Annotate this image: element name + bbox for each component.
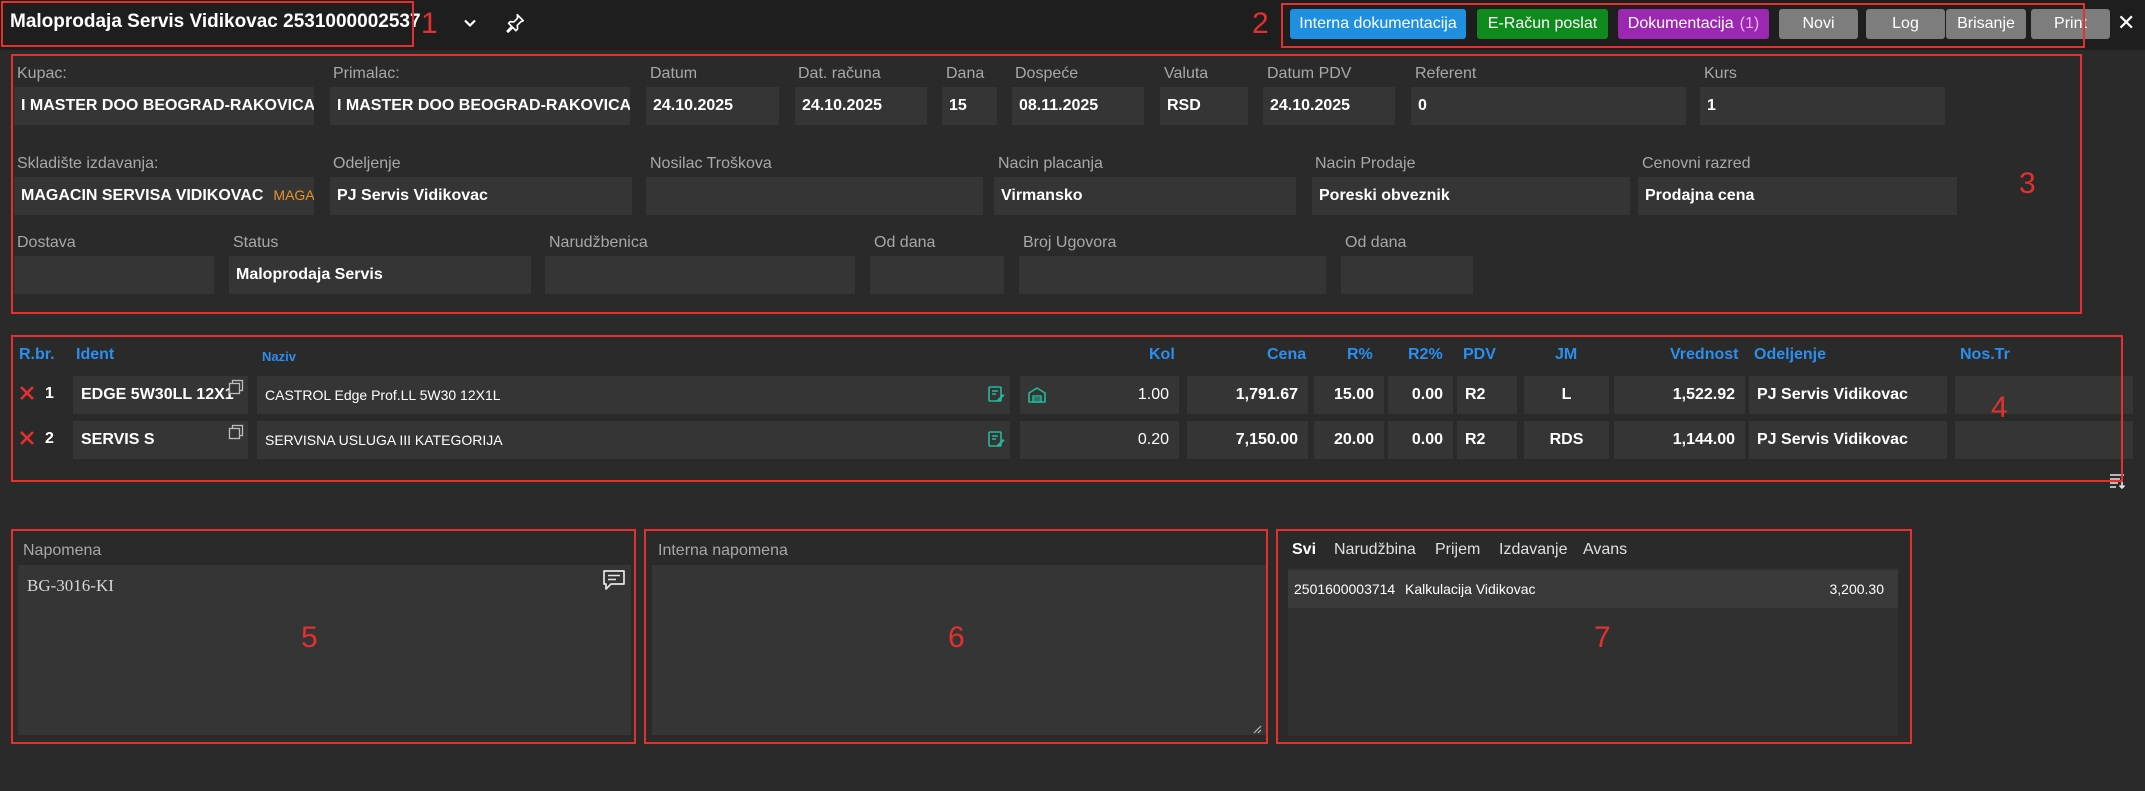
region-box-3: [11, 54, 2082, 314]
region-box-1: [1, 1, 414, 47]
region-number-6: 6: [948, 621, 965, 654]
chevron-down-icon[interactable]: [455, 8, 485, 38]
region-number-1: 1: [421, 7, 438, 40]
region-number-2: 2: [1252, 7, 1269, 40]
region-box-4: [11, 335, 2123, 482]
region-number-3: 3: [2019, 167, 2036, 200]
region-box-5: [11, 529, 636, 744]
region-number-4: 4: [1991, 391, 2008, 424]
close-icon[interactable]: ✕: [2117, 10, 2135, 36]
pin-icon[interactable]: [500, 8, 530, 38]
region-box-2: [1281, 3, 2085, 48]
region-number-7: 7: [1594, 621, 1611, 654]
region-number-5: 5: [301, 621, 318, 654]
